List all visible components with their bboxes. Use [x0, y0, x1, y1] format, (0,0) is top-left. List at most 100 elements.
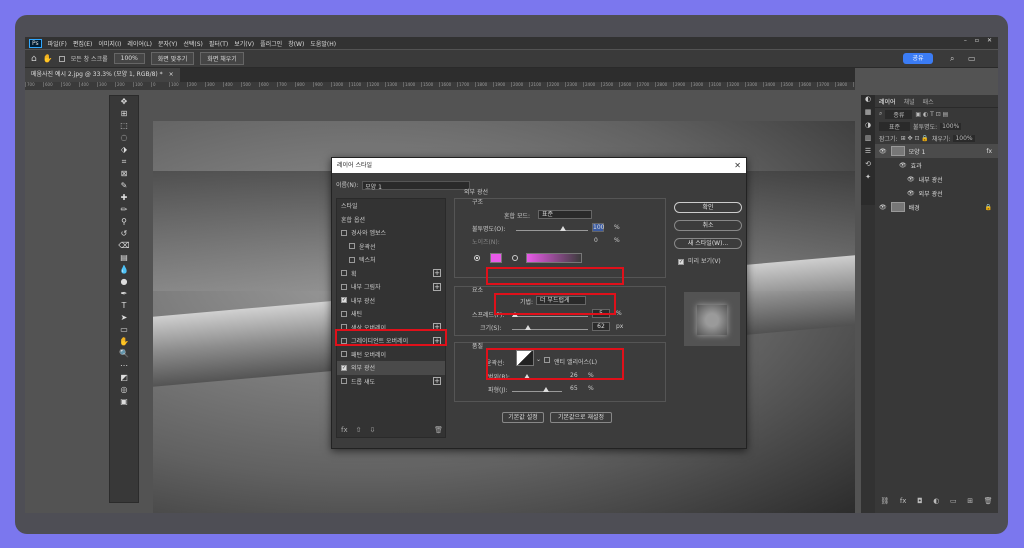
blend-options-item[interactable]: 혼합 옵션	[337, 213, 445, 227]
style-item-stroke[interactable]: 획 +	[337, 267, 445, 281]
eyedropper-icon[interactable]: ✎	[110, 180, 138, 192]
frame-tool-icon[interactable]: ⊠	[110, 168, 138, 180]
color-swatches-icon[interactable]: ◩	[110, 372, 138, 384]
menu-select[interactable]: 선택(S)	[183, 39, 203, 48]
checkbox-checked[interactable]: ✓	[341, 297, 347, 304]
path-select-icon[interactable]: ➤	[110, 312, 138, 324]
effect-outer-glow[interactable]: 👁 외부 광선	[875, 186, 998, 200]
checkbox[interactable]	[341, 310, 347, 317]
fx-icon[interactable]: fx	[900, 497, 907, 505]
style-item-satin[interactable]: 새틴	[337, 307, 445, 321]
tab-layers[interactable]: 레이어	[879, 97, 896, 106]
properties-panel-icon[interactable]: ☰	[861, 147, 875, 160]
visibility-eye-icon[interactable]: 👁	[879, 204, 887, 211]
cancel-button[interactable]: 취소	[674, 220, 742, 231]
zoom-100-button[interactable]: 100%	[113, 53, 145, 64]
set-default-button[interactable]: 기본값 설정	[502, 412, 544, 423]
swatches-panel-icon[interactable]: ▦	[861, 108, 875, 121]
close-window-button[interactable]: ✕	[987, 37, 992, 44]
pen-tool-icon[interactable]: ✒	[110, 288, 138, 300]
tab-paths[interactable]: 패스	[923, 97, 934, 106]
link-icon[interactable]: ⛓	[880, 497, 889, 505]
brush-panel-icon[interactable]: ✦	[861, 173, 875, 186]
noise-value[interactable]: 0	[594, 237, 598, 244]
gradient-tool-icon[interactable]: ▤	[110, 252, 138, 264]
move-up-icon[interactable]: ⇧	[356, 426, 362, 434]
checkbox[interactable]	[341, 378, 347, 385]
fill-value[interactable]: 100%	[953, 134, 975, 142]
ok-button[interactable]: 확인	[674, 202, 742, 213]
menu-filter[interactable]: 필터(T)	[209, 39, 228, 48]
size-slider-knob[interactable]	[525, 325, 531, 330]
eraser-icon[interactable]: ⌫	[110, 240, 138, 252]
visibility-eye-icon[interactable]: 👁	[907, 176, 915, 183]
opacity-slider-knob[interactable]	[560, 226, 566, 231]
more-tools-icon[interactable]: ⋯	[110, 360, 138, 372]
home-icon[interactable]: ⌂	[31, 54, 37, 64]
spread-slider[interactable]	[512, 316, 588, 317]
tab-channels[interactable]: 채널	[904, 97, 915, 106]
move-tool-icon[interactable]: ✥	[110, 96, 138, 108]
reset-default-button[interactable]: 기본값으로 재설정	[550, 412, 612, 423]
style-item-texture[interactable]: 텍스처	[337, 253, 445, 267]
adjustments-panel-icon[interactable]: ◑	[861, 121, 875, 134]
type-tool-icon[interactable]: T	[110, 300, 138, 312]
blur-tool-icon[interactable]: 💧	[110, 264, 138, 276]
quick-mask-icon[interactable]: ◎	[110, 384, 138, 396]
effect-inner-glow[interactable]: 👁 내부 광선	[875, 172, 998, 186]
checkbox[interactable]	[349, 243, 355, 250]
share-button[interactable]: 공유	[903, 53, 933, 64]
visibility-eye-icon[interactable]: 👁	[907, 190, 915, 197]
fill-screen-button[interactable]: 화면 채우기	[200, 52, 244, 65]
filter-icons[interactable]: ▣ ◐ T ⊡ ▤	[915, 111, 948, 118]
workspace-icon[interactable]: ▭	[968, 54, 976, 63]
document-tab[interactable]: 메움사진 예시 2.jpg @ 33.3% (모양 1, RGB/8) * ×	[25, 68, 180, 82]
style-item-inner-glow[interactable]: ✓ 내부 광선	[337, 294, 445, 308]
menu-image[interactable]: 이미지(I)	[98, 39, 121, 48]
menu-view[interactable]: 보기(V)	[234, 39, 254, 48]
checkbox[interactable]	[341, 270, 347, 277]
crop-tool-icon[interactable]: ⌗	[110, 156, 138, 168]
checkbox[interactable]	[341, 229, 347, 236]
dialog-close-icon[interactable]: ✕	[734, 158, 741, 173]
checkbox[interactable]	[349, 256, 355, 263]
history-panel-icon[interactable]: ⟲	[861, 160, 875, 173]
size-input[interactable]: 62	[592, 322, 610, 331]
dodge-tool-icon[interactable]: ●	[110, 276, 138, 288]
checkbox[interactable]	[341, 283, 347, 290]
style-item-inner-shadow[interactable]: 내부 그림자 +	[337, 280, 445, 294]
size-slider[interactable]	[512, 329, 588, 330]
jitter-slider[interactable]	[512, 391, 562, 392]
blend-mode-select[interactable]: 표준	[538, 210, 592, 219]
add-style-button[interactable]: +	[433, 282, 441, 291]
artboard-icon[interactable]: ⊞	[110, 108, 138, 120]
libraries-panel-icon[interactable]: ▥	[861, 134, 875, 147]
effects-row[interactable]: 👁 효과	[875, 158, 998, 172]
opacity-value[interactable]: 100%	[940, 122, 962, 130]
tab-close-icon[interactable]: ×	[169, 71, 174, 78]
style-item-bevel[interactable]: 경사와 엠보스	[337, 226, 445, 240]
adjustment-icon[interactable]: ◐	[933, 497, 939, 505]
search-icon[interactable]: ⌕	[950, 54, 954, 64]
zoom-tool-icon[interactable]: 🔍	[110, 348, 138, 360]
layer-shape-1[interactable]: 👁 모양 1 fx	[875, 144, 998, 158]
fx-icon[interactable]: fx	[341, 426, 348, 434]
menu-layer[interactable]: 레이어(L)	[127, 39, 152, 48]
menu-type[interactable]: 문자(Y)	[158, 39, 177, 48]
checkbox-checked[interactable]: ✓	[341, 364, 347, 371]
fit-screen-button[interactable]: 화면 맞추기	[150, 52, 195, 65]
style-item-outer-glow[interactable]: ✓ 외부 광선	[337, 361, 445, 375]
trash-icon[interactable]: 🗑	[984, 497, 993, 505]
menu-help[interactable]: 도움말(H)	[310, 39, 336, 48]
add-style-button[interactable]: +	[433, 377, 441, 386]
move-down-icon[interactable]: ⇩	[369, 426, 375, 434]
trash-icon[interactable]: 🗑	[434, 426, 443, 434]
blend-mode-select[interactable]: 표준	[879, 121, 911, 131]
mask-icon[interactable]: ◘	[917, 497, 923, 505]
clone-stamp-icon[interactable]: ⚲	[110, 216, 138, 228]
group-icon[interactable]: ▭	[950, 497, 957, 505]
hand-tool-icon[interactable]: ✋	[43, 54, 53, 63]
layer-background[interactable]: 👁 배경 🔒	[875, 200, 998, 214]
menu-file[interactable]: 파일(F)	[48, 39, 67, 48]
glow-gradient-swatch[interactable]	[526, 253, 582, 263]
